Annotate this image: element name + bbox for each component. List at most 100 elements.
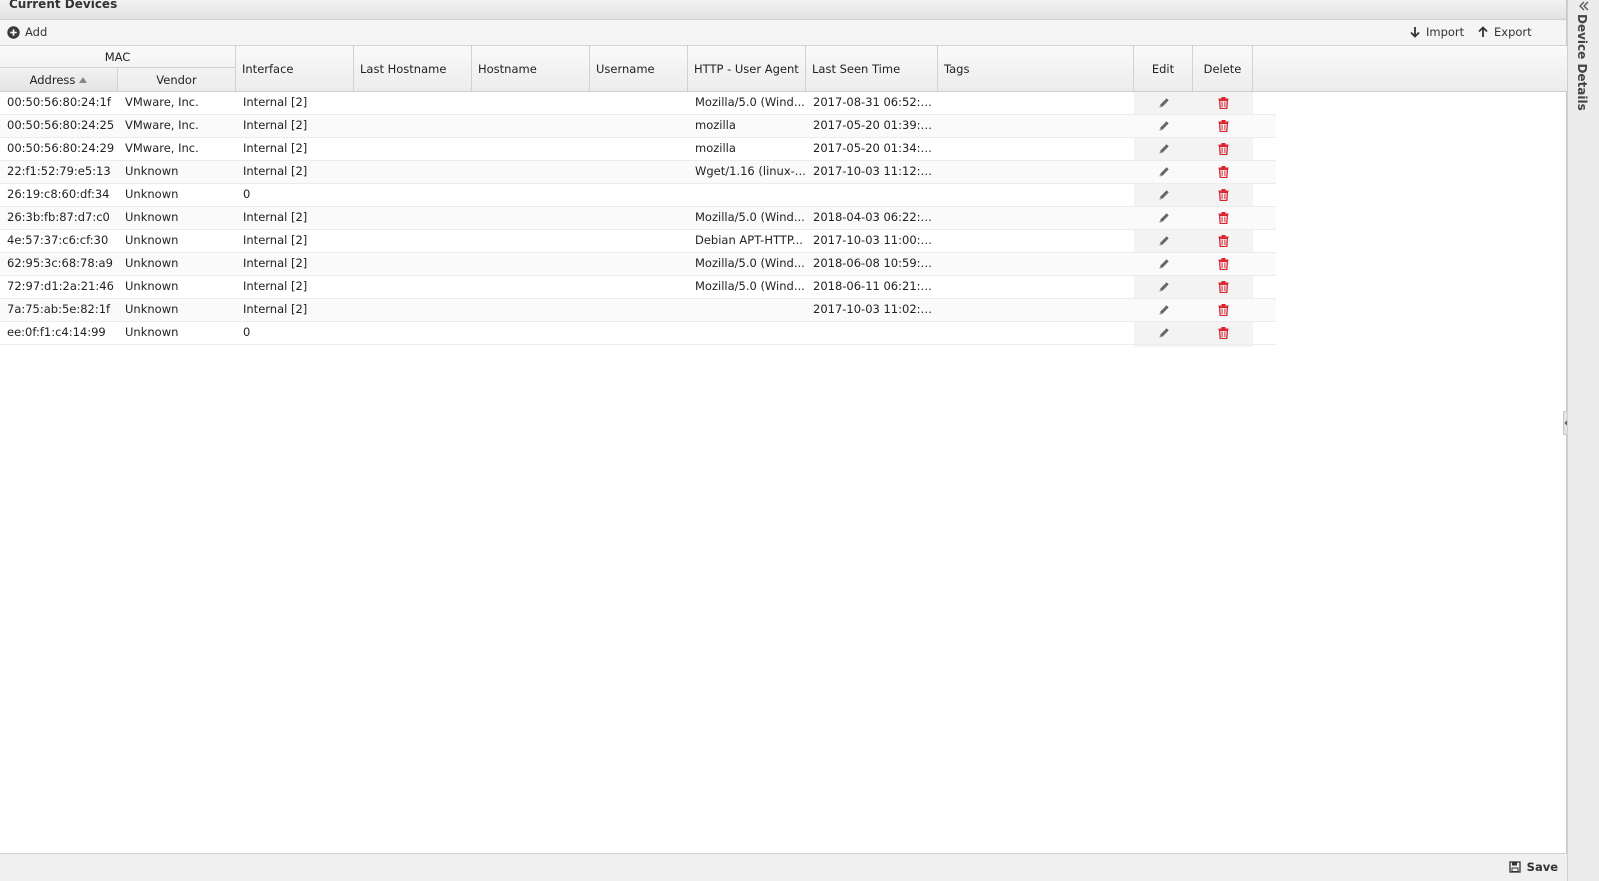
plus-circle-icon <box>7 25 20 39</box>
edit-button[interactable] <box>1134 322 1193 344</box>
delete-button[interactable] <box>1193 161 1253 183</box>
cell-address: 62:95:3c:68:78:a9 <box>7 256 113 270</box>
import-button[interactable]: Import <box>1408 23 1464 41</box>
cell-hostname <box>472 207 590 229</box>
delete-button[interactable] <box>1193 207 1253 229</box>
export-button[interactable]: Export <box>1476 23 1532 41</box>
cell-user-agent: Mozilla/5.0 (Wind... <box>695 256 805 270</box>
edit-button[interactable] <box>1134 207 1193 229</box>
delete-button[interactable] <box>1193 138 1253 160</box>
cell-user-agent: Mozilla/5.0 (Wind... <box>695 279 805 293</box>
cell-username <box>590 253 688 275</box>
device-table-body: 00:50:56:80:24:1f VMware, Inc. Internal [2… <box>0 92 1276 345</box>
delete-button[interactable] <box>1193 322 1253 344</box>
delete-button[interactable] <box>1193 92 1253 114</box>
device-details-panel[interactable]: Device Details <box>1567 0 1599 881</box>
pencil-icon <box>1158 97 1170 109</box>
table-row[interactable]: 7a:75:ab:5e:82:1f Unknown Internal [2] 2017… <box>0 299 1276 322</box>
column-header-hostname[interactable]: Hostname <box>472 46 590 91</box>
devices-panel: Current Devices Add Import Export MAC Ad… <box>0 0 1567 881</box>
trash-icon <box>1218 120 1229 132</box>
edit-button[interactable] <box>1134 253 1193 275</box>
edit-button[interactable] <box>1134 138 1193 160</box>
delete-button[interactable] <box>1193 276 1253 298</box>
column-header-address-label: Address <box>29 72 76 87</box>
cell-interface: Internal [2] <box>243 256 308 270</box>
cell-vendor: VMware, Inc. <box>125 141 199 155</box>
column-header-tags[interactable]: Tags <box>938 46 1134 91</box>
cell-tags <box>938 138 1134 160</box>
table-row[interactable]: 00:50:56:80:24:29 VMware, Inc. Internal [2… <box>0 138 1276 161</box>
save-button[interactable]: Save <box>1509 858 1558 876</box>
column-group-mac: MAC <box>0 46 236 68</box>
cell-address: 72:97:d1:2a:21:46 <box>7 279 114 293</box>
pencil-icon <box>1158 304 1170 316</box>
add-label: Add <box>25 25 48 39</box>
cell-vendor: VMware, Inc. <box>125 95 199 109</box>
cell-last-seen: 2018-06-11 06:21:5... <box>813 279 938 293</box>
cell-last-seen: 2017-10-03 11:00:1... <box>813 233 938 247</box>
table-row[interactable]: 62:95:3c:68:78:a9 Unknown Internal [2] Mozi… <box>0 253 1276 276</box>
trash-icon <box>1218 143 1229 155</box>
export-label: Export <box>1494 25 1532 39</box>
delete-button[interactable] <box>1193 115 1253 137</box>
table-row[interactable]: 22:f1:52:79:e5:13 Unknown Internal [2] Wget… <box>0 161 1276 184</box>
import-label: Import <box>1426 25 1465 39</box>
delete-button[interactable] <box>1193 230 1253 252</box>
column-header-username[interactable]: Username <box>590 46 688 91</box>
delete-button[interactable] <box>1193 184 1253 206</box>
table-row[interactable]: ee:0f:f1:c4:14:99 Unknown 0 <box>0 322 1276 345</box>
table-row[interactable]: 26:19:c8:60:df:34 Unknown 0 <box>0 184 1276 207</box>
edit-button[interactable] <box>1134 276 1193 298</box>
cell-last-hostname <box>354 322 472 344</box>
cell-username <box>590 230 688 252</box>
cell-address: 7a:75:ab:5e:82:1f <box>7 302 111 316</box>
cell-vendor: Unknown <box>125 325 179 339</box>
edit-button[interactable] <box>1134 161 1193 183</box>
cell-address: ee:0f:f1:c4:14:99 <box>7 325 106 339</box>
column-header-user-agent[interactable]: HTTP - User Agent <box>688 46 806 91</box>
edit-button[interactable] <box>1134 299 1193 321</box>
delete-button[interactable] <box>1193 299 1253 321</box>
cell-user-agent: mozilla <box>695 118 736 132</box>
trash-icon <box>1218 212 1229 224</box>
edit-button[interactable] <box>1134 115 1193 137</box>
table-row[interactable]: 00:50:56:80:24:1f VMware, Inc. Internal [2… <box>0 92 1276 115</box>
cell-tags <box>938 299 1134 321</box>
panel-title: Current Devices <box>9 0 118 11</box>
column-header-address[interactable]: Address <box>0 68 118 91</box>
floppy-disk-icon <box>1509 861 1522 874</box>
table-row[interactable]: 26:3b:fb:87:d7:c0 Unknown Internal [2] Mozi… <box>0 207 1276 230</box>
sort-ascending-icon <box>79 76 88 83</box>
cell-user-agent: Wget/1.16 (linux-... <box>695 164 806 178</box>
cell-last-seen: 2018-06-08 10:59:3... <box>813 256 938 270</box>
cell-tags <box>938 92 1134 114</box>
edit-button[interactable] <box>1134 230 1193 252</box>
cell-hostname <box>472 161 590 183</box>
edit-button[interactable] <box>1134 184 1193 206</box>
table-row[interactable]: 72:97:d1:2a:21:46 Unknown Internal [2] Mozi… <box>0 276 1276 299</box>
cell-last-seen: 2018-04-03 06:22:3... <box>813 210 938 224</box>
table-row[interactable]: 00:50:56:80:24:25 VMware, Inc. Internal [2… <box>0 115 1276 138</box>
cell-last-seen: 2017-08-31 06:52:5... <box>813 95 938 109</box>
cell-tags <box>938 115 1134 137</box>
column-header-vendor[interactable]: Vendor <box>118 68 236 91</box>
pencil-icon <box>1158 166 1170 178</box>
cell-vendor: VMware, Inc. <box>125 118 199 132</box>
cell-hostname <box>472 276 590 298</box>
cell-vendor: Unknown <box>125 233 179 247</box>
edit-button[interactable] <box>1134 92 1193 114</box>
column-header-interface[interactable]: Interface <box>236 46 354 91</box>
cell-last-hostname <box>354 184 472 206</box>
add-button[interactable]: Add <box>7 23 47 41</box>
cell-interface: Internal [2] <box>243 164 308 178</box>
table-row[interactable]: 4e:57:37:c6:cf:30 Unknown Internal [2] Debi… <box>0 230 1276 253</box>
cell-interface: Internal [2] <box>243 279 308 293</box>
double-chevron-icon[interactable] <box>1578 0 1590 14</box>
column-header-last-seen[interactable]: Last Seen Time <box>806 46 938 91</box>
cell-vendor: Unknown <box>125 302 179 316</box>
trash-icon <box>1218 281 1229 293</box>
column-header-last-hostname[interactable]: Last Hostname <box>354 46 472 91</box>
toolbar: Add Import Export <box>0 20 1566 46</box>
delete-button[interactable] <box>1193 253 1253 275</box>
